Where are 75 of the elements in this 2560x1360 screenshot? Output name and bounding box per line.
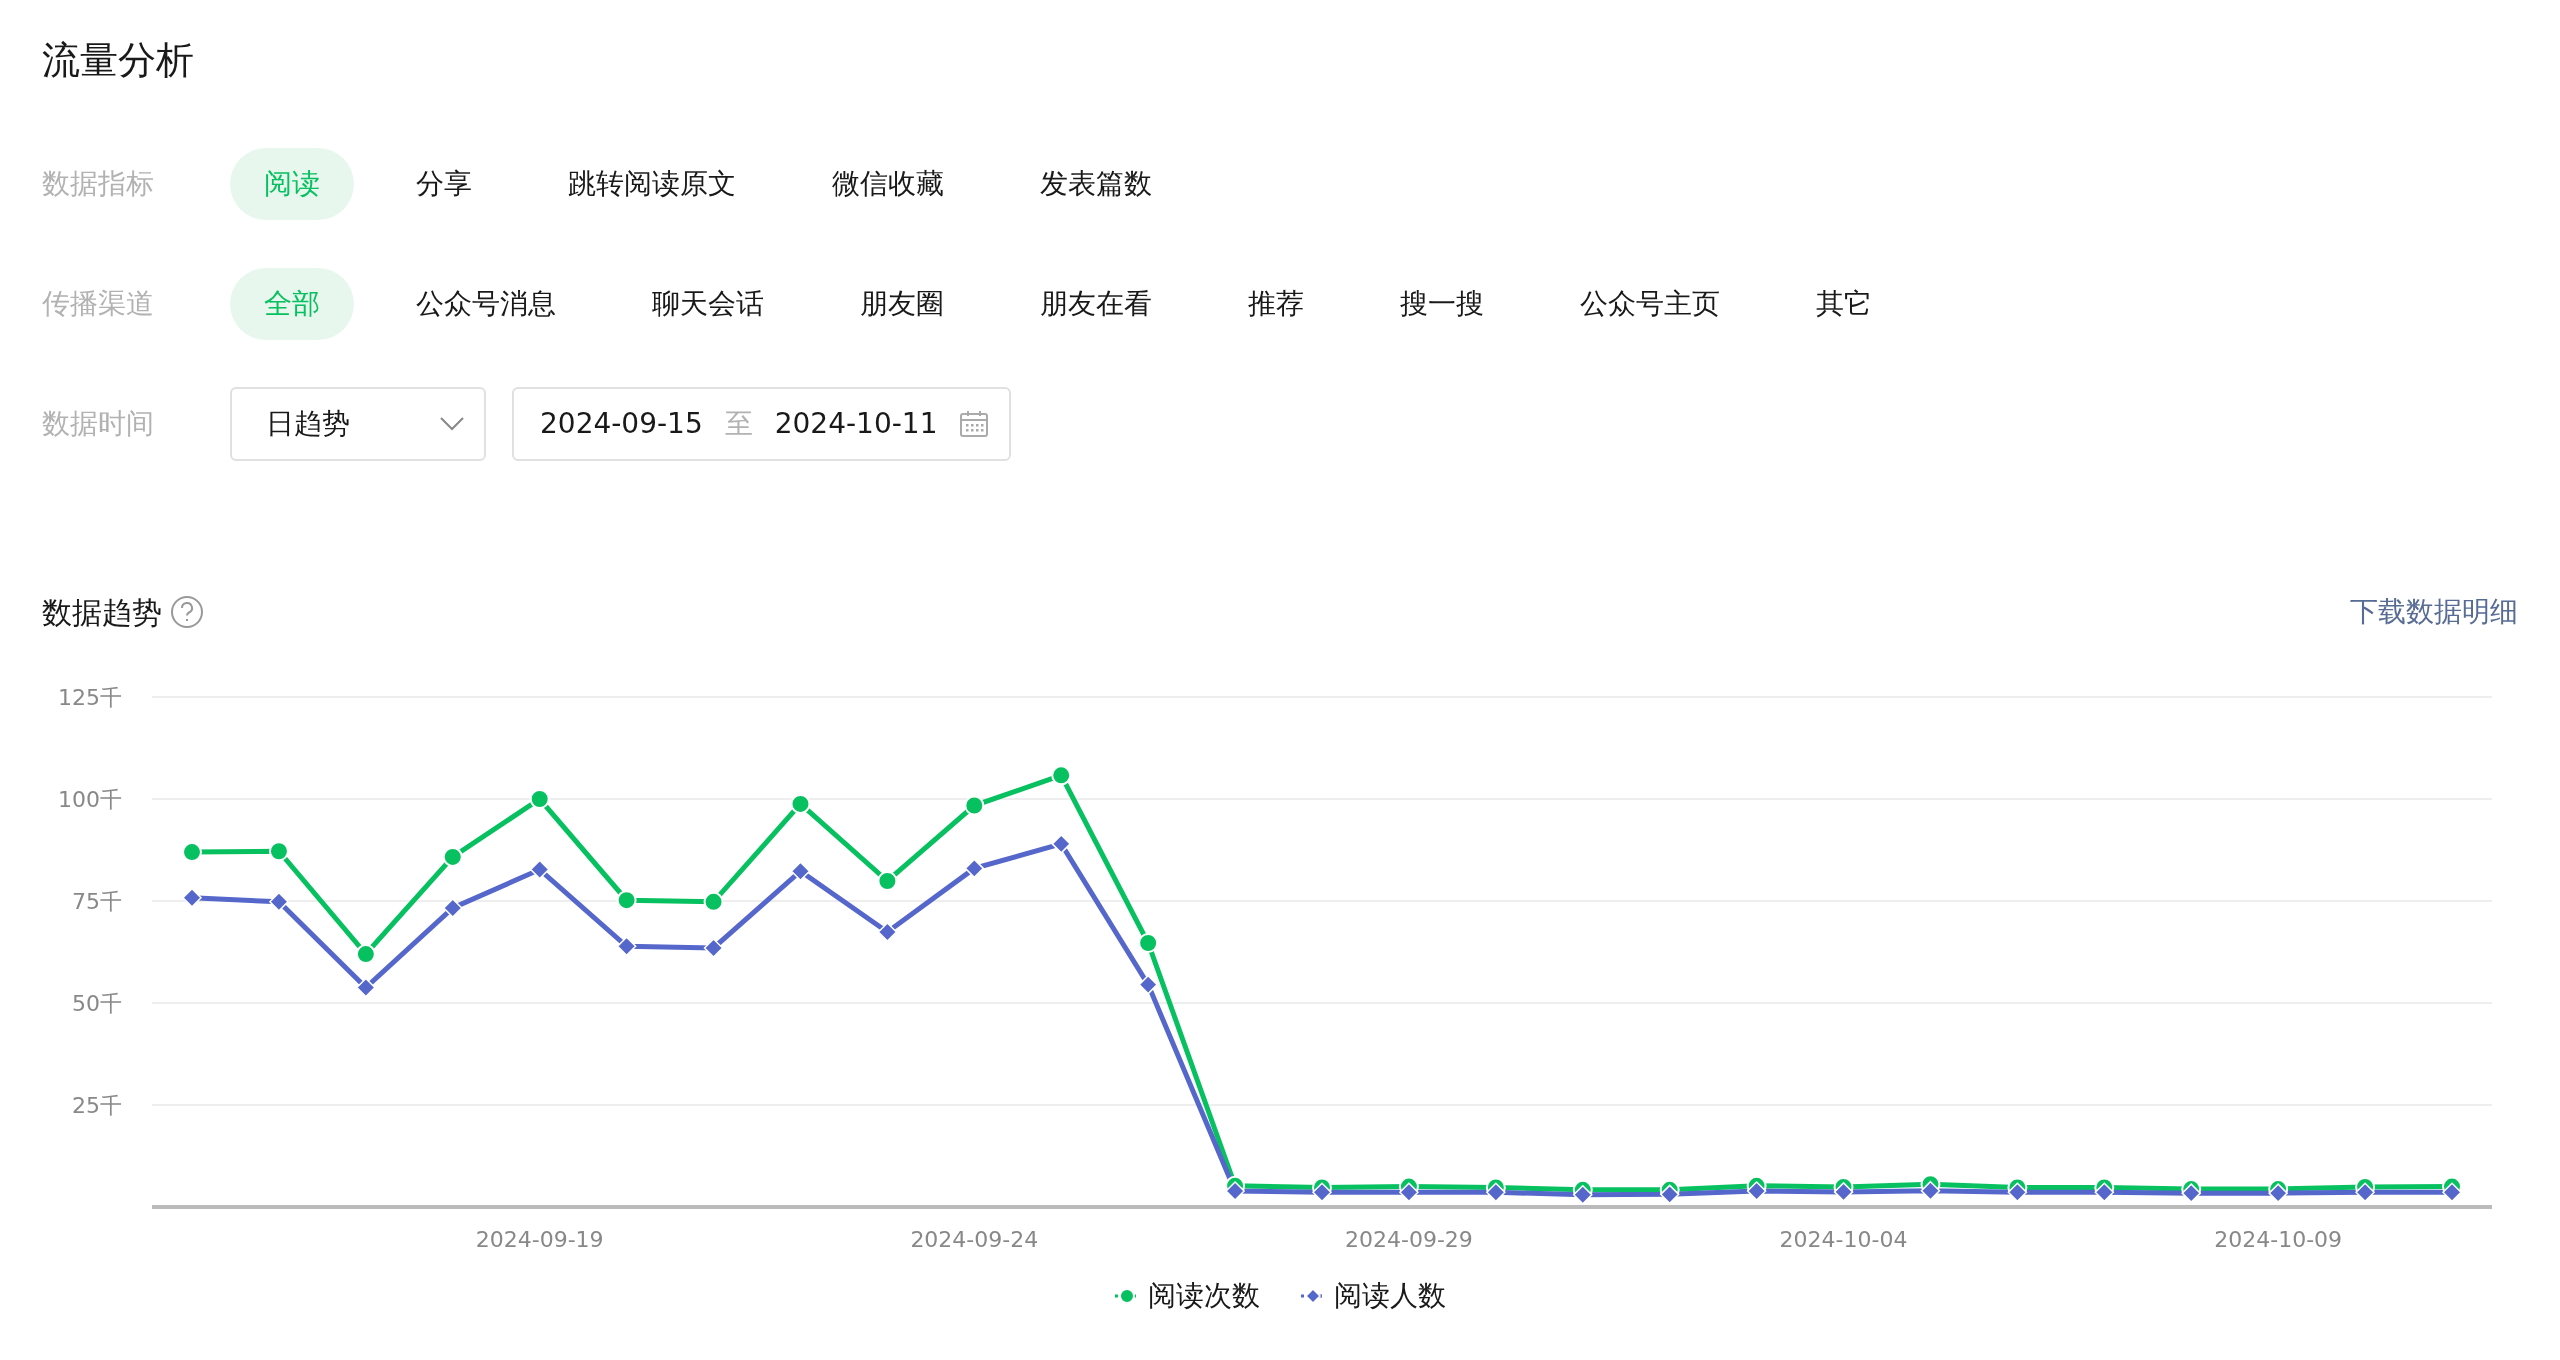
data-point (703, 891, 724, 912)
data-point (1311, 1181, 1333, 1202)
filter-option[interactable]: 微信收藏 (798, 147, 978, 220)
filter-option[interactable]: 分享 (382, 147, 506, 220)
data-point (790, 860, 811, 881)
data-point (1225, 1180, 1246, 1201)
filter-option[interactable]: 聊天会话 (618, 267, 798, 340)
filter-option[interactable]: 公众号主页 (1546, 267, 1754, 340)
data-point (877, 870, 898, 891)
data-point (355, 977, 376, 998)
legend-label[interactable]: 阅读人数 (1334, 1274, 1446, 1317)
y-axis-label: 100千 (58, 786, 122, 812)
calendar-icon (959, 409, 990, 438)
filter-option[interactable]: 朋友圈 (826, 267, 978, 340)
x-axis-label: 2024-09-29 (1345, 1226, 1473, 1247)
chevron-down-icon (440, 416, 464, 431)
data-point (703, 937, 724, 958)
data-point (529, 788, 550, 809)
data-point (1051, 833, 1072, 854)
x-axis-label: 2024-10-04 (1779, 1226, 1908, 1247)
filter-option[interactable]: 公众号消息 (382, 267, 590, 340)
data-point (2094, 1181, 2115, 1202)
filter-option[interactable]: 其它 (1782, 267, 1906, 340)
filter-option[interactable]: 推荐 (1214, 267, 1338, 340)
data-point (877, 921, 898, 942)
y-axis-label: 25千 (72, 1092, 122, 1118)
data-point (1138, 974, 1159, 995)
filter-option[interactable]: 跳转阅读原文 (534, 147, 770, 220)
data-point (1051, 764, 1072, 785)
data-point (529, 859, 550, 880)
legend-label[interactable]: 阅读次数 (1148, 1274, 1260, 1317)
data-point (1572, 1184, 1593, 1205)
data-point (1138, 932, 1159, 953)
start-date: 2024-09-15 (540, 405, 703, 442)
data-point (1746, 1180, 1767, 1201)
x-axis-label: 2024-09-19 (475, 1226, 604, 1247)
date-range-picker[interactable]: 2024-09-15 至 2024-10-11 (512, 386, 1012, 461)
filter-option[interactable]: 发表篇数 (1006, 147, 1186, 220)
range-separator: 至 (724, 405, 753, 442)
y-axis-label: 125千 (58, 686, 122, 710)
y-axis-label: 50千 (72, 990, 122, 1016)
data-point (2007, 1181, 2028, 1202)
data-point (442, 846, 463, 867)
data-point (182, 841, 202, 862)
data-point (181, 887, 203, 908)
data-point (616, 889, 637, 910)
data-point (268, 891, 289, 912)
data-point (1833, 1181, 1854, 1202)
granularity-dropdown[interactable]: 日趋势 (230, 386, 486, 461)
filter-label: 传播渠道 (42, 285, 155, 322)
data-point (442, 897, 463, 918)
section-title: 数据趋势 (42, 593, 162, 632)
help-icon[interactable] (170, 595, 204, 630)
filter-label: 数据指标 (42, 165, 155, 202)
page-title: 流量分析 (42, 38, 195, 84)
data-point (616, 935, 637, 956)
data-point (964, 795, 985, 816)
y-axis-label: 75千 (72, 888, 122, 914)
dropdown-value: 日趋势 (266, 405, 350, 442)
end-date: 2024-10-11 (774, 405, 938, 442)
data-point (964, 857, 985, 878)
data-point (1920, 1180, 1941, 1201)
data-point (790, 793, 811, 814)
data-point (268, 840, 289, 861)
x-axis-label: 2024-09-24 (910, 1226, 1039, 1247)
filter-option[interactable]: 搜一搜 (1366, 267, 1518, 340)
filter-option[interactable]: 朋友在看 (1006, 267, 1186, 340)
data-point (355, 943, 376, 964)
filter-label: 数据时间 (42, 405, 155, 442)
data-point (1398, 1181, 1419, 1202)
data-point (2355, 1181, 2376, 1202)
download-link[interactable]: 下载数据明细 (2350, 591, 2518, 634)
data-point (1485, 1181, 1506, 1202)
data-point (2441, 1181, 2463, 1202)
x-axis-label: 2024-10-09 (2214, 1226, 2343, 1247)
